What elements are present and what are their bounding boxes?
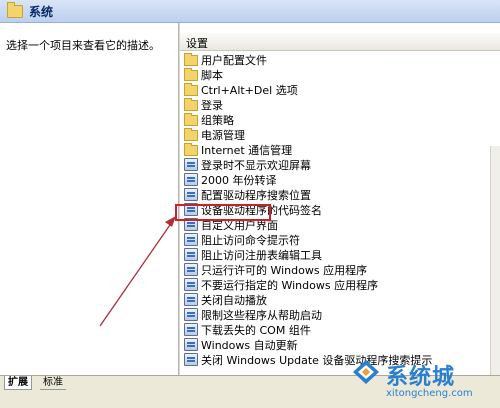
watermark: 系统城 xitongcheng.com [352,357,500,407]
tab-standard[interactable]: 标准 [40,376,66,390]
watermark-logo-icon [353,360,379,384]
annotation-arrow [99,216,176,327]
tab-expanded[interactable]: 扩展 [4,376,32,390]
watermark-brand: 系统城 [386,365,456,390]
watermark-url: xitongcheng.com [386,388,473,399]
vertical-scrollbar[interactable] [490,146,500,375]
